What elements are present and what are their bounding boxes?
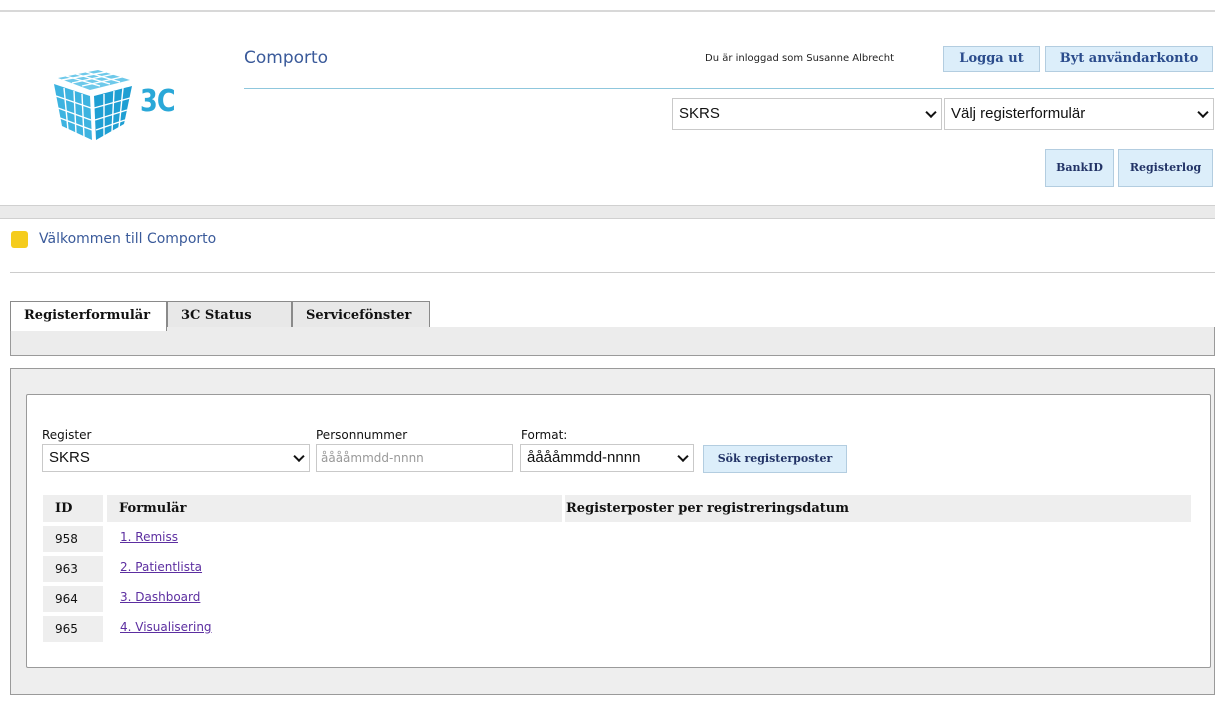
tab-registerformular[interactable]: Registerformulär <box>10 301 167 331</box>
logo: 3C <box>48 70 198 140</box>
logo-text: 3C <box>140 84 176 119</box>
format-select-value: ååååmmdd-nnnn <box>527 449 641 466</box>
form-link-patientlista[interactable]: 2. Patientlista <box>120 559 202 575</box>
bankid-button[interactable]: BankID <box>1045 149 1114 187</box>
register-select-value: SKRS <box>49 449 90 466</box>
column-header-form: Formulär <box>107 495 562 522</box>
tab-strip <box>10 327 1215 356</box>
table-row-id: 965 <box>43 616 103 642</box>
column-header-id: ID <box>43 495 103 522</box>
header-form-select[interactable]: Välj registerformulär <box>944 98 1214 130</box>
logged-in-user-text: Du är inloggad som Susanne Albrecht <box>705 53 895 64</box>
table-row-id: 958 <box>43 526 103 552</box>
welcome-text: Välkommen till Comporto <box>39 231 217 247</box>
table-row-id: 964 <box>43 586 103 612</box>
app-title: Comporto <box>244 48 329 68</box>
register-select[interactable]: SKRS <box>42 444 310 472</box>
registerlog-button[interactable]: Registerlog <box>1118 149 1213 187</box>
top-rule <box>0 10 1215 12</box>
chevron-down-icon <box>293 450 305 463</box>
chevron-down-icon <box>1197 106 1209 119</box>
form-link-remiss[interactable]: 1. Remiss <box>120 529 178 545</box>
register-label: Register <box>42 428 92 442</box>
personnummer-input[interactable]: ååååmmdd-nnnn <box>316 444 513 472</box>
table-row-id: 963 <box>43 556 103 582</box>
switch-account-button[interactable]: Byt användarkonto <box>1045 46 1213 72</box>
header-register-select[interactable]: SKRS <box>672 98 942 130</box>
personnummer-label: Personnummer <box>316 428 408 442</box>
form-link-visualisering[interactable]: 4. Visualisering <box>120 619 212 635</box>
format-select[interactable]: ååååmmdd-nnnn <box>520 444 694 472</box>
form-link-dashboard[interactable]: 3. Dashboard <box>120 589 200 605</box>
header-register-select-value: SKRS <box>679 105 720 122</box>
tab-servicefonster[interactable]: Servicefönster <box>292 301 430 329</box>
welcome-divider <box>10 272 1215 273</box>
header-band <box>0 205 1215 219</box>
chevron-down-icon <box>677 450 689 463</box>
cube-logo-icon <box>54 70 132 140</box>
chevron-down-icon <box>925 106 937 119</box>
title-divider <box>244 88 1214 89</box>
format-label: Format: <box>521 428 568 442</box>
tab-3c-status[interactable]: 3C Status <box>167 301 292 329</box>
search-records-button[interactable]: Sök registerposter <box>703 445 847 473</box>
column-header-records: Registerposter per registreringsdatum <box>565 495 1191 522</box>
logout-button[interactable]: Logga ut <box>943 46 1040 72</box>
status-square-icon <box>11 231 28 248</box>
header-form-select-value: Välj registerformulär <box>951 105 1086 122</box>
